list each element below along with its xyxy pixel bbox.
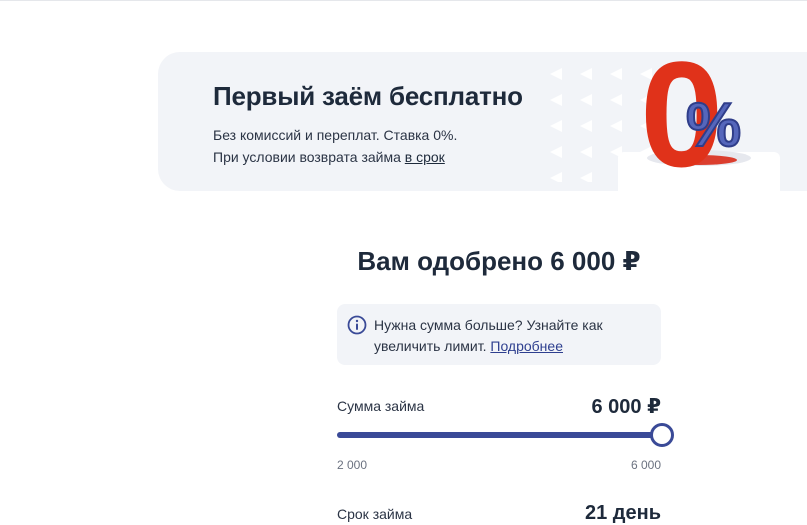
- promo-subtitle: Без комиссий и переплат. Ставка 0%. При …: [213, 124, 457, 168]
- loan-amount-value: 6 000 ₽: [591, 396, 661, 418]
- loan-term-label: Срок займа: [337, 506, 413, 522]
- promo-subtitle-line2-text: При условии возврата займа: [213, 149, 405, 165]
- zero-percent-icon: 0 %: [618, 52, 780, 191]
- loan-amount-label: Сумма займа: [337, 398, 425, 414]
- slider-thumb[interactable]: [650, 423, 674, 447]
- top-divider: [0, 0, 807, 1]
- limit-notice-line2: увеличить лимит. Подробнее: [374, 336, 603, 357]
- promo-title: Первый заём бесплатно: [213, 81, 523, 111]
- promo-banner[interactable]: Первый заём бесплатно Без комиссий и пер…: [158, 52, 807, 191]
- on-time-link[interactable]: в срок: [405, 149, 445, 165]
- art-percent-text: %: [686, 91, 741, 160]
- limit-notice-line2-text: увеличить лимит.: [374, 338, 491, 354]
- slider-fill: [337, 432, 661, 438]
- loan-amount-slider[interactable]: [337, 422, 674, 448]
- promo-subtitle-line1: Без комиссий и переплат. Ставка 0%.: [213, 127, 458, 143]
- more-details-link[interactable]: Подробнее: [490, 338, 563, 354]
- limit-notice: Нужна сумма больше? Узнайте как увеличит…: [337, 304, 661, 365]
- promo-subtitle-line2: При условии возврата займа в срок: [213, 146, 457, 168]
- info-icon: [347, 315, 367, 335]
- limit-notice-text: Нужна сумма больше? Узнайте как увеличит…: [374, 315, 603, 357]
- loan-term-value: 21 день: [585, 502, 661, 524]
- approved-amount-title: Вам одобрено 6 000 ₽: [357, 246, 641, 276]
- limit-notice-line1: Нужна сумма больше? Узнайте как: [374, 317, 603, 333]
- slider-max-label: 6 000: [630, 458, 661, 472]
- slider-min-label: 2 000: [337, 458, 368, 472]
